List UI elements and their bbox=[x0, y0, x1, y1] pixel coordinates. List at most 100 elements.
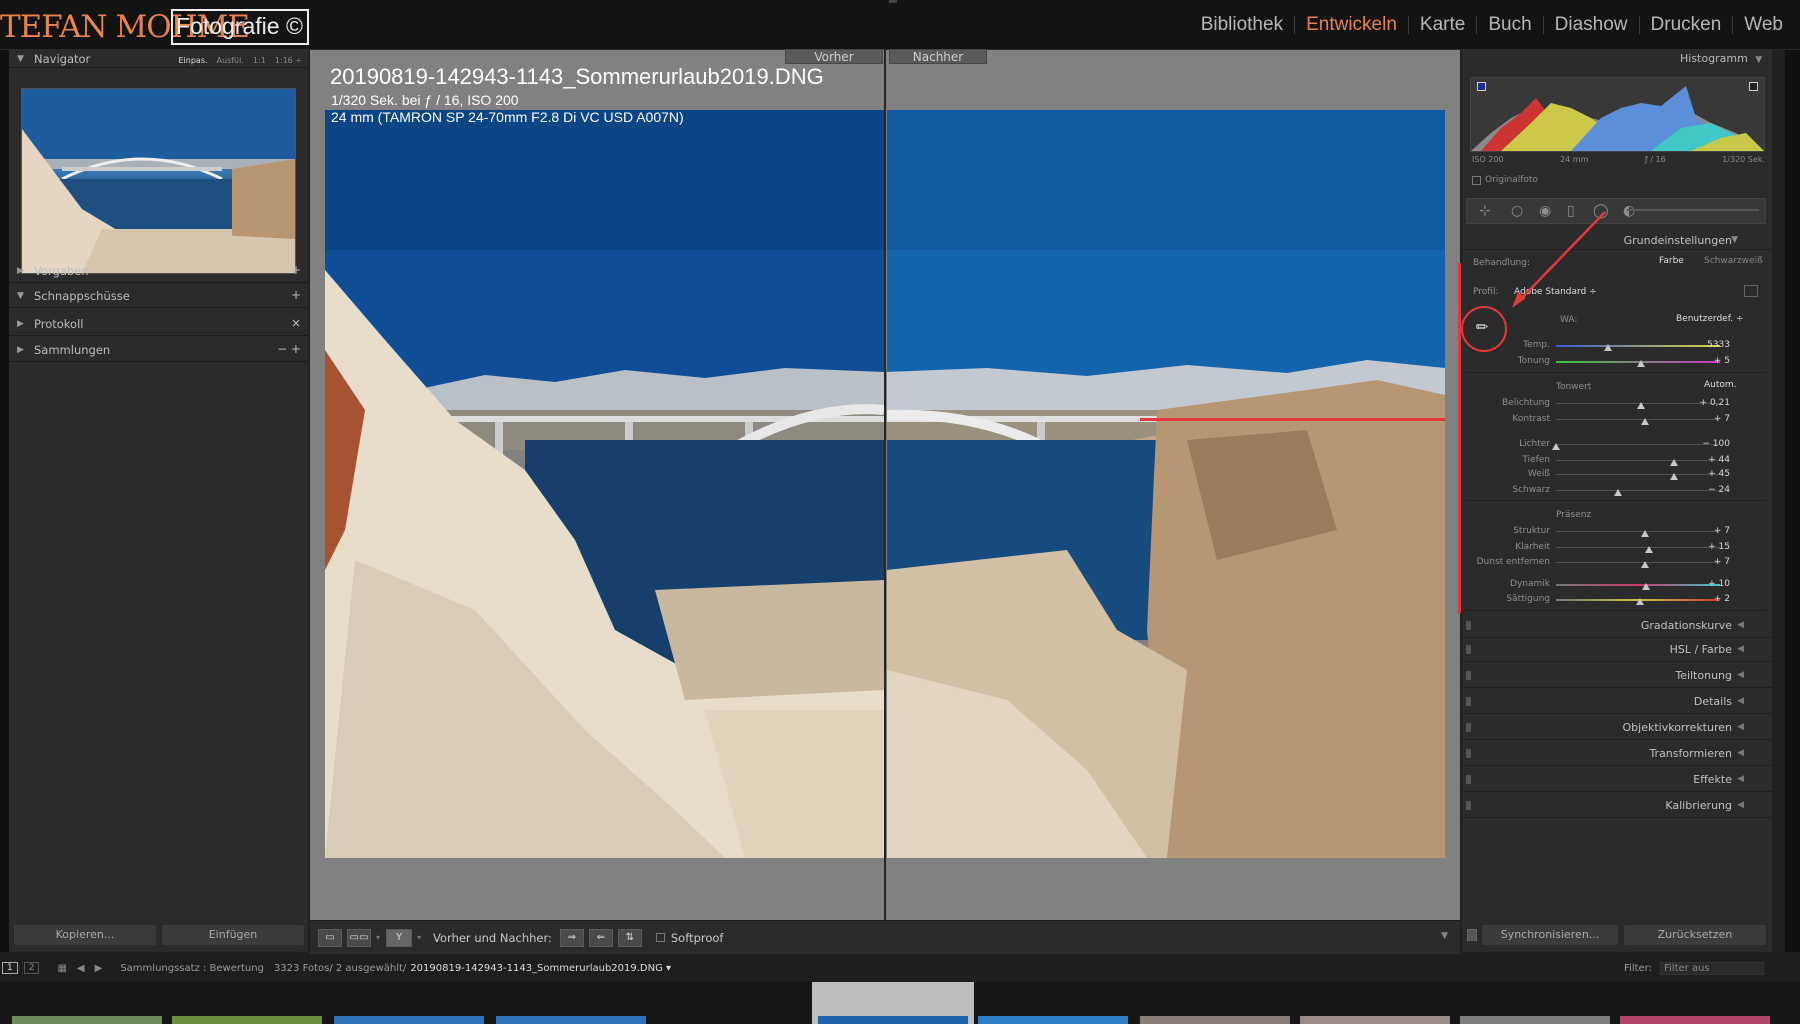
collection-actions-icon[interactable]: − + bbox=[277, 342, 301, 356]
filmstrip-thumb[interactable] bbox=[1140, 1016, 1290, 1024]
highlights-track[interactable] bbox=[1556, 444, 1720, 445]
exposure-thumb[interactable] bbox=[1637, 402, 1646, 409]
section-toggle-icon[interactable] bbox=[1466, 749, 1471, 758]
tool-slider[interactable] bbox=[1627, 209, 1759, 211]
highlights-slider[interactable]: Lichter − 100 bbox=[1462, 438, 1772, 452]
blacks-thumb[interactable] bbox=[1614, 489, 1623, 496]
compare-menu-chevron-icon[interactable]: ▾ bbox=[417, 933, 421, 942]
auto-tone-button[interactable]: Autom. bbox=[1704, 380, 1737, 390]
zoom-1-1[interactable]: 1:1 bbox=[253, 56, 266, 65]
view-menu-chevron-icon[interactable]: ▾ bbox=[376, 933, 380, 942]
section-toggle-icon[interactable] bbox=[1466, 621, 1471, 630]
vorgaben-header[interactable]: ▶ Vorgaben + bbox=[9, 259, 308, 283]
clarity-slider[interactable]: Klarheit + 15 bbox=[1462, 541, 1772, 555]
whites-track[interactable] bbox=[1556, 474, 1720, 475]
wb-dropdown[interactable]: Benutzerdef. ÷ bbox=[1676, 314, 1743, 324]
module-karte[interactable]: Karte bbox=[1409, 15, 1478, 34]
dehaze-track[interactable] bbox=[1556, 562, 1720, 563]
navigator-preview[interactable] bbox=[21, 88, 296, 274]
texture-slider[interactable]: Struktur + 7 bbox=[1462, 525, 1772, 539]
filmstrip-thumb[interactable] bbox=[334, 1016, 484, 1024]
temp-value[interactable]: 5333 bbox=[1707, 340, 1730, 350]
vibrance-value[interactable]: + 10 bbox=[1708, 579, 1730, 589]
right-edge-bar[interactable] bbox=[1785, 50, 1800, 952]
texture-track[interactable] bbox=[1556, 531, 1720, 532]
effects-section[interactable]: Effekte ◀ bbox=[1462, 767, 1772, 792]
tint-thumb[interactable] bbox=[1637, 360, 1646, 367]
window-2-button[interactable]: 2 bbox=[23, 962, 40, 974]
histogram-title[interactable]: Histogramm ▼ bbox=[1680, 52, 1762, 65]
blacks-slider[interactable]: Schwarz − 24 bbox=[1462, 484, 1772, 498]
dehaze-slider[interactable]: Dunst entfernen + 7 bbox=[1462, 556, 1772, 570]
shadows-value[interactable]: + 44 bbox=[1708, 455, 1730, 465]
shadow-clipping-icon[interactable] bbox=[1477, 82, 1486, 91]
section-toggle-icon[interactable] bbox=[1466, 671, 1471, 680]
highlights-thumb[interactable] bbox=[1552, 443, 1560, 450]
clear-history-icon[interactable]: × bbox=[291, 316, 301, 330]
hsl-section[interactable]: HSL / Farbe ◀ bbox=[1462, 637, 1772, 662]
grid-icon[interactable]: ▦ bbox=[57, 963, 66, 974]
module-diashow[interactable]: Diashow bbox=[1544, 15, 1640, 34]
module-entwickeln[interactable]: Entwickeln bbox=[1295, 15, 1409, 34]
filmstrip-thumb[interactable] bbox=[1300, 1016, 1450, 1024]
section-toggle-icon[interactable] bbox=[1466, 645, 1471, 654]
original-photo-toggle[interactable]: Originalfoto bbox=[1472, 175, 1538, 185]
dehaze-value[interactable]: + 7 bbox=[1714, 557, 1730, 567]
calibration-section[interactable]: Kalibrierung ◀ bbox=[1462, 793, 1772, 818]
compare-mode-icon[interactable]: Y bbox=[386, 928, 413, 947]
grid-view-icon[interactable]: ▭▭ bbox=[347, 928, 371, 947]
exposure-slider[interactable]: Belichtung + 0,21 bbox=[1462, 397, 1772, 411]
clarity-track[interactable] bbox=[1556, 547, 1720, 548]
sync-button[interactable]: Synchronisieren... bbox=[1482, 925, 1618, 945]
treatment-bw-button[interactable]: Schwarzweiß bbox=[1704, 256, 1763, 266]
tone-curve-section[interactable]: Gradationskurve ◀ bbox=[1462, 613, 1772, 638]
before-photo[interactable] bbox=[325, 110, 884, 858]
filmstrip-thumb[interactable] bbox=[172, 1016, 322, 1024]
contrast-track[interactable] bbox=[1556, 419, 1720, 420]
swap-before-after-icon[interactable]: ⇅ bbox=[617, 928, 642, 947]
saturation-thumb[interactable] bbox=[1635, 598, 1644, 605]
temp-thumb[interactable] bbox=[1604, 344, 1613, 351]
blacks-value[interactable]: − 24 bbox=[1708, 485, 1730, 495]
protokoll-header[interactable]: ▶ Protokoll × bbox=[9, 312, 308, 336]
current-file[interactable]: 20190819-142943-1143_Sommerurlaub2019.DN… bbox=[410, 963, 671, 974]
zoom-fit[interactable]: Einpas. bbox=[178, 56, 207, 65]
split-toning-section[interactable]: Teiltonung ◀ bbox=[1462, 663, 1772, 688]
zoom-1-16[interactable]: 1:16 ÷ bbox=[275, 56, 302, 65]
module-drucken[interactable]: Drucken bbox=[1640, 15, 1734, 34]
contrast-thumb[interactable] bbox=[1640, 418, 1649, 425]
filmstrip-thumb[interactable] bbox=[1620, 1016, 1770, 1024]
clarity-value[interactable]: + 15 bbox=[1708, 542, 1730, 552]
whites-value[interactable]: + 45 bbox=[1708, 469, 1730, 479]
add-preset-icon[interactable]: + bbox=[291, 263, 301, 277]
source-path[interactable]: Sammlungssatz : Bewertung bbox=[120, 963, 264, 974]
filmstrip-thumb[interactable] bbox=[1460, 1016, 1610, 1024]
reset-button[interactable]: Zurücksetzen bbox=[1624, 925, 1766, 945]
transform-section[interactable]: Transformieren ◀ bbox=[1462, 741, 1772, 766]
schnappschuesse-header[interactable]: ▼ Schnappschüsse + bbox=[9, 284, 308, 308]
details-section[interactable]: Details ◀ bbox=[1462, 689, 1772, 714]
treatment-color-button[interactable]: Farbe bbox=[1659, 256, 1684, 266]
texture-thumb[interactable] bbox=[1640, 530, 1649, 537]
shadows-thumb[interactable] bbox=[1670, 459, 1679, 466]
module-buch[interactable]: Buch bbox=[1477, 15, 1544, 34]
exposure-value[interactable]: + 0,21 bbox=[1700, 398, 1730, 408]
window-1-button[interactable]: 1 bbox=[2, 962, 18, 974]
vibrance-track[interactable] bbox=[1556, 584, 1720, 586]
texture-value[interactable]: + 7 bbox=[1714, 526, 1730, 536]
whites-thumb[interactable] bbox=[1670, 473, 1679, 480]
vibrance-slider[interactable]: Dynamik + 10 bbox=[1462, 578, 1772, 592]
blacks-track[interactable] bbox=[1556, 490, 1720, 491]
module-web[interactable]: Web bbox=[1733, 15, 1800, 34]
dehaze-thumb[interactable] bbox=[1640, 561, 1649, 568]
section-toggle-icon[interactable] bbox=[1466, 723, 1471, 732]
shadows-track[interactable] bbox=[1556, 460, 1720, 461]
back-arrow-icon[interactable]: ◀ bbox=[77, 963, 85, 974]
saturation-value[interactable]: + 2 bbox=[1714, 594, 1730, 604]
section-toggle-icon[interactable] bbox=[1466, 801, 1471, 810]
filter-dropdown[interactable]: Filter aus bbox=[1660, 961, 1764, 975]
highlight-clipping-icon[interactable] bbox=[1749, 82, 1758, 91]
filmstrip-thumb-selected[interactable] bbox=[818, 1016, 968, 1024]
clarity-thumb[interactable] bbox=[1645, 546, 1654, 553]
filmstrip-thumb[interactable] bbox=[978, 1016, 1128, 1024]
